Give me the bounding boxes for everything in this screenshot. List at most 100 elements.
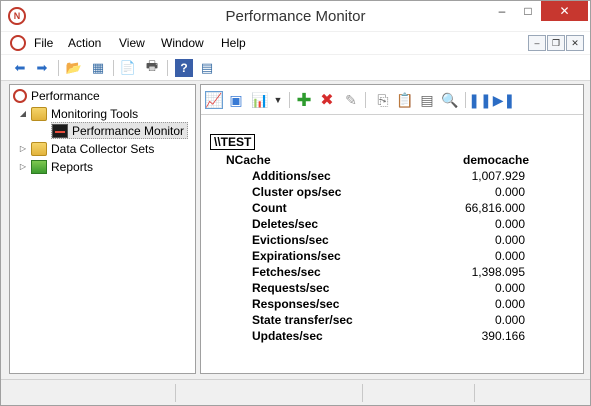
mmc-system-menu-icon[interactable]: [10, 35, 26, 51]
freeze-display-icon[interactable]: ❚❚: [468, 91, 491, 109]
expand-icon[interactable]: ▷: [18, 144, 28, 153]
highlight-icon[interactable]: ✎: [342, 91, 360, 109]
help-icon[interactable]: ?: [175, 59, 193, 77]
paste-counter-list-icon[interactable]: 📋: [396, 91, 414, 109]
counter-row[interactable]: Cluster ops/sec 0.000: [201, 185, 583, 201]
maximize-button[interactable]: □: [515, 1, 541, 21]
performance-monitor-icon: [52, 123, 68, 138]
report-view: \\TEST NCache democache Additions/sec 1,…: [201, 116, 583, 373]
counter-value: 1,007.929: [471, 169, 525, 183]
instance-name: democache: [463, 153, 530, 167]
print-icon[interactable]: 🖶: [143, 58, 161, 77]
performance-object-name: NCache: [226, 153, 271, 167]
status-divider: [474, 384, 475, 402]
up-folder-icon[interactable]: 📂: [65, 59, 83, 77]
collapse-icon[interactable]: ◢: [18, 109, 28, 118]
action-pane-icon[interactable]: ▤: [198, 59, 216, 77]
counter-row[interactable]: Fetches/sec 1,398.095: [201, 265, 583, 281]
counter-row[interactable]: Count 66,816.000: [201, 201, 583, 217]
counter-value: 390.166: [481, 329, 525, 343]
perfmon-toolbar: 📈 ▣ 📊 ▼ ✚ ✖ ✎ ⎘ 📋 ▤ 🔍 ❚❚ ▶❚: [201, 85, 583, 115]
counter-value: 0.000: [494, 297, 525, 311]
view-current-activity-icon[interactable]: 📈: [205, 91, 223, 109]
delete-counter-icon[interactable]: ✖: [318, 91, 336, 109]
counter-value: 0.000: [494, 281, 525, 295]
counter-value: 0.000: [494, 249, 525, 263]
counter-row[interactable]: Responses/sec 0.000: [201, 297, 583, 313]
counter-name: Additions/sec: [252, 169, 331, 183]
close-button[interactable]: ✕: [541, 1, 588, 21]
tree-item-label: Reports: [51, 159, 94, 174]
mdi-minimize-button[interactable]: –: [528, 35, 546, 51]
tree-item-performance[interactable]: Performance: [13, 87, 100, 104]
menu-action[interactable]: Action: [68, 36, 101, 50]
data-collector-icon: [31, 141, 47, 156]
menu-help[interactable]: Help: [221, 36, 246, 50]
menu-window[interactable]: Window: [161, 36, 204, 50]
forward-icon[interactable]: ➡: [33, 59, 51, 77]
counter-value: 0.000: [494, 233, 525, 247]
counter-name: Fetches/sec: [252, 265, 321, 279]
status-divider: [362, 384, 363, 402]
title-bar[interactable]: N Performance Monitor – □ ✕: [1, 1, 590, 31]
chevron-down-icon[interactable]: ▼: [269, 91, 287, 109]
tree-item-reports[interactable]: ▷ Reports: [18, 158, 93, 175]
console-tree: Performance ◢ Monitoring Tools Performan…: [9, 84, 196, 374]
tree-item-label: Monitoring Tools: [51, 106, 139, 121]
computer-name: \\TEST: [210, 134, 256, 150]
counter-name: Evictions/sec: [252, 233, 329, 247]
counter-name: Deletes/sec: [252, 217, 319, 231]
reports-icon: [31, 159, 47, 174]
counter-row[interactable]: Evictions/sec 0.000: [201, 233, 583, 249]
details-pane: 📈 ▣ 📊 ▼ ✚ ✖ ✎ ⎘ 📋 ▤ 🔍 ❚❚ ▶❚ \\TEST NCach…: [200, 84, 584, 374]
zoom-icon[interactable]: 🔍: [441, 91, 459, 109]
app-window: N Performance Monitor – □ ✕ File Action …: [0, 0, 591, 406]
counter-row[interactable]: Additions/sec 1,007.929: [201, 169, 583, 185]
counter-value: 66,816.000: [464, 201, 525, 215]
main-toolbar: ⬅ ➡ 📂 ▦ 📄 🖶 ? ▤: [1, 55, 590, 81]
tree-item-data-collector-sets[interactable]: ▷ Data Collector Sets: [18, 140, 154, 157]
folder-icon: [31, 106, 47, 121]
tree-item-label: Performance: [31, 88, 100, 103]
counter-row[interactable]: Deletes/sec 0.000: [201, 217, 583, 233]
counter-name: Responses/sec: [252, 297, 340, 311]
counter-name: Count: [252, 201, 287, 215]
counter-name: State transfer/sec: [252, 313, 353, 327]
properties-icon[interactable]: ▤: [418, 91, 436, 109]
tree-item-label: Data Collector Sets: [51, 141, 155, 156]
counter-name: Expirations/sec: [252, 249, 341, 263]
tree-item-performance-monitor[interactable]: Performance Monitor: [51, 122, 189, 139]
mdi-close-button[interactable]: ✕: [566, 35, 584, 51]
counter-name: Requests/sec: [252, 281, 330, 295]
menu-file[interactable]: File: [34, 36, 53, 50]
add-counter-icon[interactable]: ✚: [295, 90, 313, 110]
properties-icon[interactable]: 📄: [119, 59, 137, 77]
expand-icon[interactable]: ▷: [18, 162, 28, 171]
minimize-button[interactable]: –: [489, 1, 515, 21]
counter-row[interactable]: Requests/sec 0.000: [201, 281, 583, 297]
change-graph-type-icon[interactable]: 📊: [251, 91, 269, 109]
counter-name: Updates/sec: [252, 329, 323, 343]
tree-item-label: Performance Monitor: [72, 123, 185, 138]
counter-value: 0.000: [494, 217, 525, 231]
copy-properties-icon[interactable]: ⎘: [374, 91, 392, 109]
status-bar: [1, 379, 590, 405]
update-data-icon[interactable]: ▶❚: [493, 91, 516, 109]
counter-value: 1,398.095: [471, 265, 525, 279]
menu-view[interactable]: View: [119, 36, 145, 50]
counter-row[interactable]: State transfer/sec 0.000: [201, 313, 583, 329]
tree-item-monitoring-tools[interactable]: ◢ Monitoring Tools: [18, 105, 138, 122]
view-log-data-icon[interactable]: ▣: [227, 91, 245, 109]
counter-value: 0.000: [494, 313, 525, 327]
menu-bar: File Action View Window Help – ❐ ✕: [1, 32, 590, 54]
counter-row[interactable]: Expirations/sec 0.000: [201, 249, 583, 265]
counter-row[interactable]: Updates/sec 390.166: [201, 329, 583, 345]
status-divider: [175, 384, 176, 402]
counter-value: 0.000: [494, 185, 525, 199]
performance-icon: [13, 88, 27, 103]
mdi-controls: – ❐ ✕: [528, 35, 584, 51]
mdi-restore-button[interactable]: ❐: [547, 35, 565, 51]
show-hide-tree-icon[interactable]: ▦: [89, 59, 107, 77]
counter-name: Cluster ops/sec: [252, 185, 342, 199]
back-icon[interactable]: ⬅: [11, 59, 29, 77]
